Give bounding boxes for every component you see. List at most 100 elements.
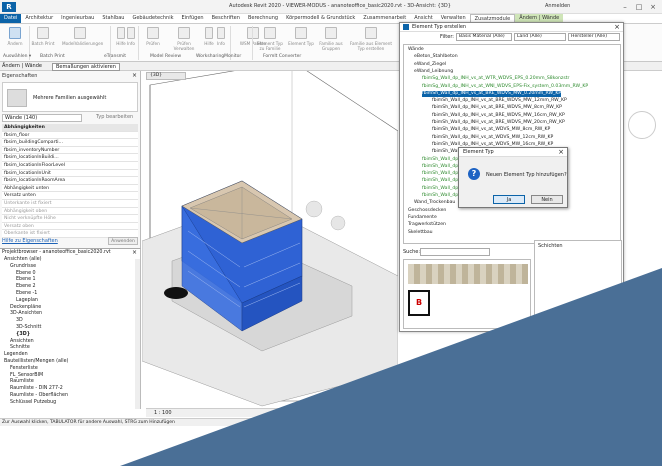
tree-node[interactable]: Fundamente (408, 215, 437, 221)
tree-node[interactable]: Geschossdecken (408, 208, 446, 214)
tab-steel[interactable]: Stahlbau (98, 14, 128, 23)
tab-massing[interactable]: Körpermodell & Grundstück (282, 14, 359, 23)
tree-node[interactable]: Wände (408, 47, 424, 53)
search-input[interactable] (420, 248, 490, 256)
browser-item[interactable]: 3D-Ansichten (10, 311, 42, 317)
family-from-groups-button[interactable]: Familie aus Gruppen (316, 27, 346, 51)
tree-node[interactable]: fbimSg_Wall_dp_INH_vs_at_WNI_WDVS_EPS-Fi… (422, 84, 588, 90)
tree-node[interactable]: fbimSh_Wall_dp (422, 164, 458, 170)
browser-item[interactable]: 3D-Schnitt (16, 325, 41, 331)
filter-country[interactable]: Land (Alle) (514, 33, 566, 41)
review-manage-button[interactable]: Prüfen Verwalten (168, 27, 200, 51)
tree-node[interactable]: fbimSh_Wall_dp_INH_vs_at_WDVS_MW_8cm_RW_… (432, 127, 550, 133)
browser-item[interactable]: Legenden (4, 352, 28, 358)
browser-item[interactable]: Raumliste - Oberflächen (10, 393, 68, 399)
close-icon[interactable]: × (132, 72, 137, 79)
no-button[interactable]: Nein (531, 195, 563, 204)
browser-item[interactable]: Bauteillisten/Mengen (alle) (4, 359, 68, 365)
browser-item[interactable]: Ebene 0 (16, 271, 36, 277)
modify-button[interactable]: Ändern (2, 27, 28, 46)
tab-systems[interactable]: Gebäudetechnik (128, 14, 177, 23)
property-row[interactable]: fbsim_locationInUnit (2, 169, 138, 178)
tab-architecture[interactable]: Architektur (21, 14, 57, 23)
tree-node[interactable]: fbimSg_Wall_dp_INH_vs_at_WTR_WDVS_EPS_0.… (422, 76, 569, 82)
browser-item[interactable]: Fensterliste (10, 366, 38, 372)
tree-node[interactable]: fbimSh_Wall_dp (422, 186, 458, 192)
family-from-element-type-button[interactable]: Familie aus Element Typ erstellen (348, 27, 394, 51)
tree-node[interactable]: fbimSh_Wall_dp_INH_vs_at_WDVS_MW_12cm_RW… (432, 135, 553, 141)
browser-item[interactable]: Schnitte (10, 345, 30, 351)
tab-insert[interactable]: Einfügen (178, 14, 208, 23)
close-icon[interactable]: × (132, 249, 137, 256)
tree-node[interactable]: fbimSh_Wall_dp (422, 171, 458, 177)
apply-button[interactable]: Anwenden (108, 237, 138, 245)
viewcube-icon[interactable] (628, 111, 656, 139)
tree-node[interactable]: fbimSh_Wall_dp_INH_vs_at_BRE_WDVS_MW_8cm… (432, 105, 562, 111)
edit-type-button[interactable]: Typ bearbeiten (96, 114, 133, 120)
browser-item[interactable]: Raumliste - DIN 277-2 (10, 386, 63, 392)
tree-node[interactable]: eBeton_Stahlbeton (414, 54, 458, 60)
tree-node[interactable]: fbimSh_Wall_dp_INH_vs_at_BRE_WDVS_MW_20c… (432, 120, 565, 126)
element-type-tree[interactable]: Wände eBeton_Stahlbeton eWand_Ziegel eWand_… (403, 44, 621, 244)
type-selector[interactable]: Mehrere Familien ausgewählt (2, 82, 138, 112)
yes-button[interactable]: Ja (493, 195, 525, 204)
filter-basis-material[interactable]: Basis Material (Alle) (456, 33, 512, 41)
property-row[interactable]: Abhängigkeiten (2, 124, 138, 132)
tree-node[interactable]: fbimSh_Wall_dp_INH_vs_at_BRE_WDVS_MW_12m… (432, 98, 567, 104)
tab-analyze[interactable]: Berechnung (244, 14, 282, 23)
element-type-to-family-button[interactable]: Element Typ zu Familie (255, 27, 285, 51)
property-row[interactable]: Unterkante ist fixiert (2, 200, 138, 208)
etransmit-info-button[interactable]: Info (124, 27, 138, 46)
browser-item[interactable]: Raumliste (10, 379, 34, 385)
property-row[interactable]: fbsim_locationInFloorLevel (2, 162, 138, 170)
close-icon[interactable]: × (614, 23, 620, 31)
group-label-select[interactable]: Auswählen ▾ (3, 54, 31, 59)
tab-annotate[interactable]: Beschriften (208, 14, 244, 23)
model-validation-button[interactable]: ModelValidierungen (62, 27, 103, 46)
browser-item[interactable]: {3D} (16, 332, 30, 338)
view-scale[interactable]: 1 : 100 (154, 410, 172, 416)
browser-scrollbar[interactable] (135, 259, 140, 409)
browser-item[interactable]: Lageplan (16, 298, 38, 304)
tab-file[interactable]: Datei (0, 14, 22, 23)
minimize-icon[interactable]: – (620, 2, 630, 12)
browser-item[interactable]: Ansichten (10, 339, 34, 345)
element-type-button[interactable]: Element Typ (287, 27, 315, 46)
browser-item[interactable]: Ebene -1 (16, 291, 37, 297)
sign-in-link[interactable]: Anmelden (545, 3, 570, 9)
tree-node[interactable]: Skelettbau (408, 230, 433, 236)
property-row[interactable]: fbsim_locationInRoomArea (2, 177, 138, 185)
property-row[interactable]: fbsim_buildingComparti... (2, 139, 138, 147)
tree-node[interactable]: fbimSh_Wall_dp (422, 193, 458, 199)
browser-item[interactable]: Ebene 2 (16, 284, 36, 290)
browser-item[interactable]: Grundrisse (10, 264, 36, 270)
tree-node[interactable]: Wand_Trockenbau (414, 200, 455, 206)
tree-node[interactable]: Tragwerkstützen (408, 222, 446, 228)
browser-item[interactable]: Ansichten (alle) (4, 257, 42, 263)
activate-dimensions-button[interactable]: Bemaßungen aktivieren (52, 63, 120, 71)
properties-help-link[interactable]: Hilfe zu Eigenschaften (2, 238, 58, 244)
close-icon[interactable]: × (648, 2, 658, 12)
property-row[interactable]: Versatz oben (2, 222, 138, 231)
instance-filter[interactable]: Wände (140) Typ bearbeiten (2, 114, 138, 122)
tree-node[interactable]: fbimSh_Wall_dp_INH_vs_at_BRE_WDVS_MW_16c… (432, 113, 565, 119)
batch-print-button[interactable]: Batch Print (30, 27, 56, 46)
browser-item[interactable]: Deckenpläne (10, 305, 41, 311)
property-row[interactable]: Abhängigkeit oben (2, 207, 138, 216)
revit-logo[interactable]: R (2, 2, 16, 12)
instance-filter-select[interactable]: Wände (140) (2, 114, 82, 122)
tree-node[interactable]: fbimSh_Wall_dp (422, 157, 458, 163)
property-row[interactable]: fbsim_inventoryNumber (2, 146, 138, 155)
property-row[interactable]: fbsim_floor (2, 131, 138, 140)
3d-viewport[interactable] (141, 60, 399, 409)
browser-item[interactable]: Schlüssel Putzebug (10, 400, 56, 406)
browser-item[interactable]: FL_SensorBIM (10, 373, 43, 379)
tree-node[interactable]: eWand_Leibnung (414, 69, 453, 75)
property-row[interactable]: Abhängigkeit unten (2, 184, 138, 193)
review-info-button[interactable]: Info (214, 27, 228, 46)
tree-node[interactable]: fbimSh_Wall_dp (422, 178, 458, 184)
property-row[interactable]: Versatz unten (2, 192, 138, 200)
view-tab-3d[interactable]: {3D} (146, 72, 186, 80)
maximize-icon[interactable]: □ (634, 2, 644, 12)
tree-node[interactable]: fbimSh_Wall_dp_INH_vs_at_BRE_WDVS_MW_0.2… (422, 90, 562, 97)
